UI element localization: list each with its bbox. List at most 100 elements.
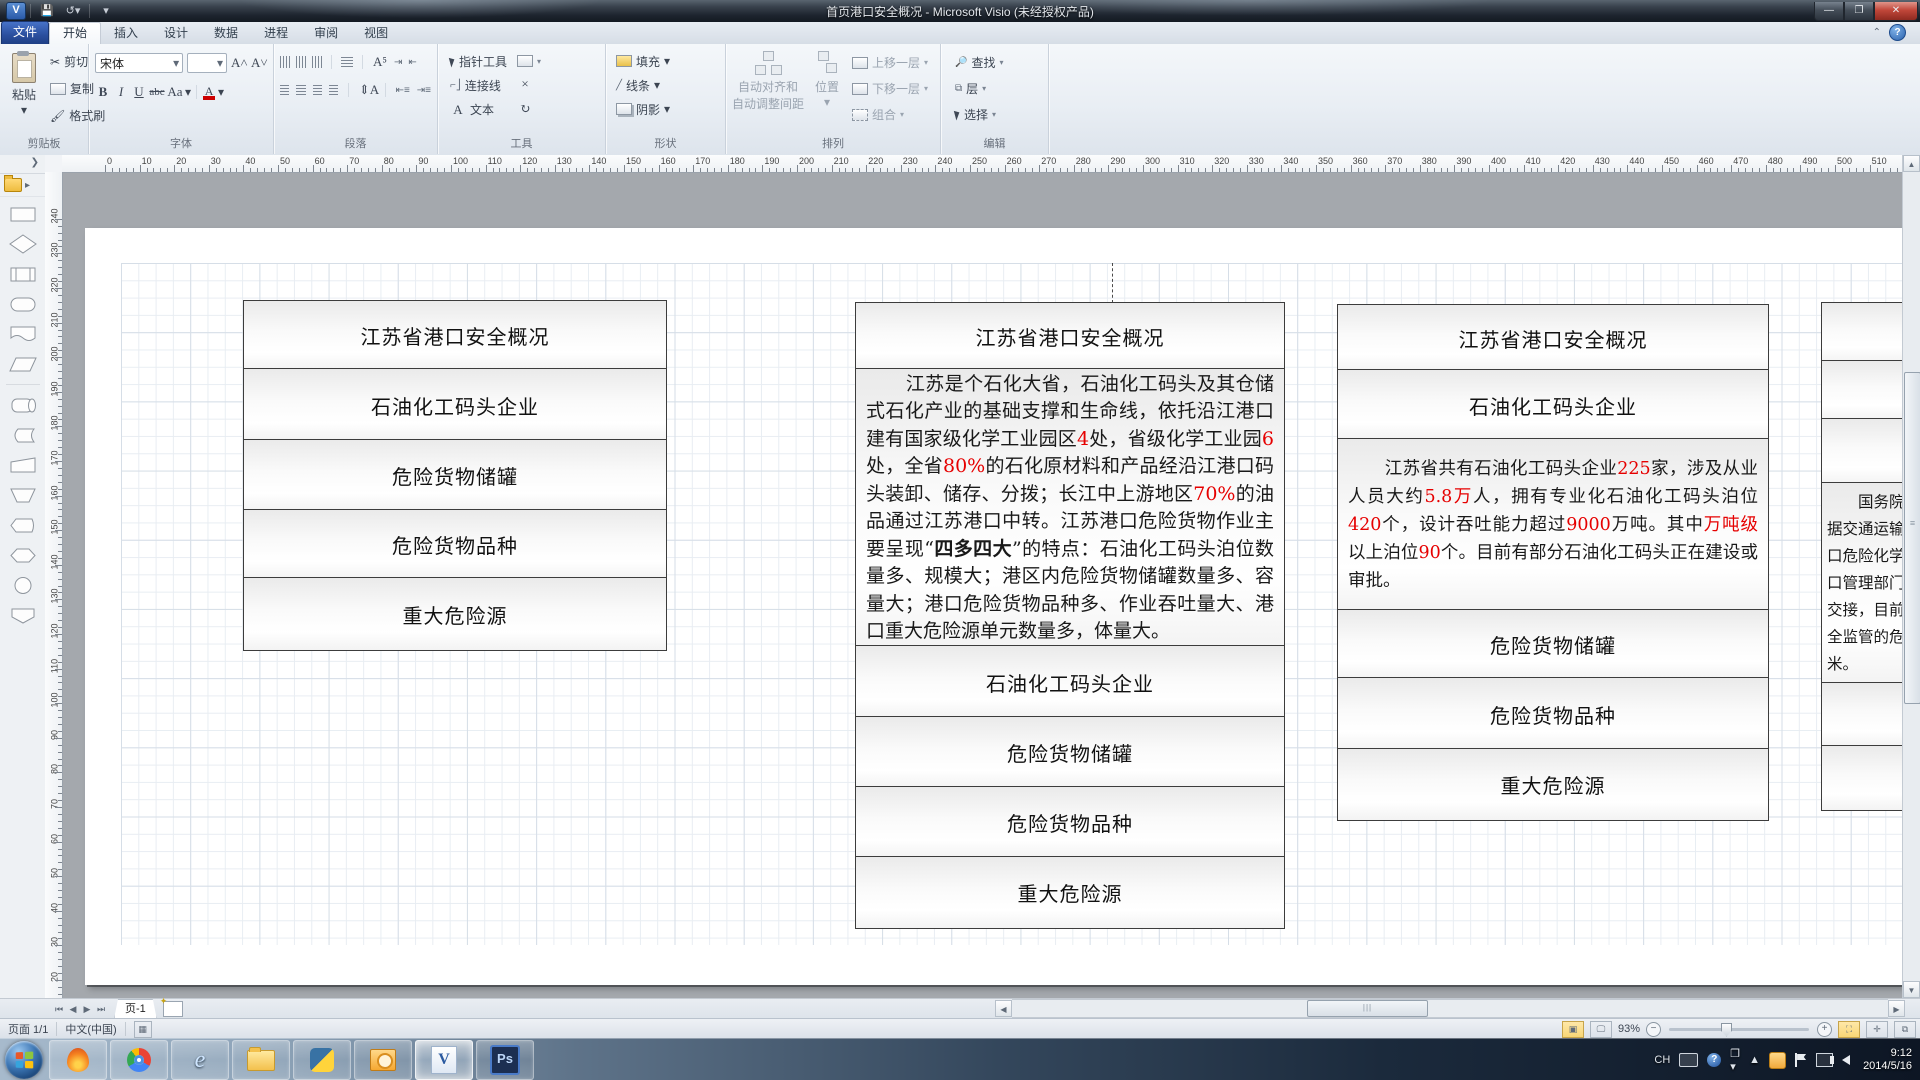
flow-box[interactable]: 石油化工码头企业 — [243, 368, 667, 442]
taskbar-outlook[interactable] — [354, 1040, 412, 1080]
tab-design[interactable]: 设计 — [151, 23, 201, 44]
group-label-shape[interactable]: 形状 — [606, 135, 725, 151]
text-tool-button[interactable]: A文本 — [446, 99, 511, 120]
flow-box[interactable]: 重大危险源 — [1337, 748, 1769, 821]
tab-process[interactable]: 进程 — [251, 23, 301, 44]
normal-view-button[interactable]: ▣ — [1562, 1021, 1584, 1038]
flow-box[interactable] — [1821, 360, 1903, 421]
restore-layout-icon[interactable]: ❐▾ — [1730, 1047, 1740, 1073]
flow-box[interactable]: 石油化工码头企业 — [1337, 369, 1769, 441]
flow-box[interactable]: 危险货物储罐 — [1337, 609, 1769, 680]
stencil-shape-predefined-process[interactable] — [9, 259, 37, 289]
taskbar-internet-explorer[interactable]: e — [171, 1040, 229, 1080]
text-direction-icon[interactable] — [280, 56, 290, 68]
close-button[interactable]: ✕ — [1874, 2, 1918, 21]
taskbar-visio-active[interactable]: V — [415, 1040, 473, 1080]
minimize-button[interactable]: — — [1814, 2, 1844, 21]
help-tray-icon[interactable]: ? — [1707, 1053, 1721, 1067]
layers-button[interactable]: ⧉层▾ — [951, 78, 1048, 99]
horizontal-ruler[interactable]: 0102030405060708090100110120130140150160… — [62, 155, 1903, 173]
shadow-button[interactable]: 阴影▾ — [612, 97, 725, 121]
flow-box[interactable] — [1821, 682, 1903, 748]
taskbar-explorer[interactable] — [232, 1040, 290, 1080]
stencil-shape-stored-data[interactable] — [9, 420, 37, 450]
flow-box[interactable] — [1821, 302, 1903, 363]
case-dropdown[interactable]: ▾ — [185, 85, 191, 99]
page-indicator[interactable]: 页面 1/1 — [8, 1021, 48, 1037]
bold-button[interactable]: B — [95, 84, 111, 100]
pan-zoom-button[interactable]: ✛ — [1866, 1021, 1888, 1038]
flow-box-paragraph[interactable]: 江苏省共有石油化工码头企业225家，涉及从业人员大约5.8万人，拥有专业化石油化… — [1337, 438, 1769, 612]
full-screen-button[interactable]: 🖵 — [1590, 1021, 1612, 1038]
stencil-shape-rectangle[interactable] — [9, 199, 37, 229]
zoom-slider[interactable] — [1669, 1028, 1809, 1031]
pointer-tool-button[interactable]: 指针工具 — [446, 51, 511, 72]
horizontal-scrollbar[interactable]: ◀ ▶ — [995, 1000, 1905, 1017]
position-button[interactable]: 位置 ▾ — [806, 49, 848, 134]
save-button[interactable]: 💾 — [37, 2, 57, 20]
group-label-font[interactable]: 字体 — [89, 135, 273, 151]
taskbar-python[interactable] — [293, 1040, 351, 1080]
drawing-canvas[interactable]: 江苏省港口安全概况 石油化工码头企业 危险货物储罐 危险货物品种 重大危险源 江… — [62, 172, 1903, 998]
stencil-shape-hexagon[interactable] — [9, 540, 37, 570]
justify-icon[interactable] — [329, 85, 338, 95]
more-shapes-button[interactable]: ▸ — [0, 174, 45, 197]
page-tab[interactable]: 页-1 — [114, 999, 157, 1019]
flow-box[interactable]: 危险货物储罐 — [243, 439, 667, 512]
help-icon[interactable]: ? — [1889, 24, 1906, 41]
find-button[interactable]: 🔎查找▾ — [951, 52, 1048, 73]
insert-page-button[interactable] — [163, 1001, 183, 1017]
flow-box[interactable] — [1821, 745, 1903, 811]
group-label-tools[interactable]: 工具 — [438, 135, 605, 151]
flow-box[interactable]: 危险货物品种 — [855, 786, 1285, 859]
font-color-dropdown[interactable]: ▾ — [218, 85, 224, 99]
bullets-icon[interactable] — [341, 57, 353, 67]
scroll-left-button[interactable]: ◀ — [995, 1000, 1012, 1017]
character-spacing-icon[interactable]: A⁵ — [372, 54, 388, 70]
last-page-button[interactable]: ⏭ — [94, 1004, 108, 1015]
flow-box[interactable]: 江苏省港口安全概况 — [243, 300, 667, 371]
stencil-shape-parallelogram[interactable] — [9, 349, 37, 379]
drawing-page[interactable]: 江苏省港口安全概况 石油化工码头企业 危险货物储罐 危险货物品种 重大危险源 江… — [85, 228, 1903, 985]
decrease-indent-icon[interactable]: ⇤≡ — [396, 85, 410, 96]
vertical-ruler[interactable]: 2402302202102001901801701601501401301201… — [45, 172, 63, 998]
flow-box-paragraph[interactable]: 国务院新《据交通运输部和口危险化学品安口管理部门与安交接，目前 江苏全监管的危险… — [1821, 482, 1903, 685]
underline-button[interactable]: U — [131, 84, 147, 100]
send-backward-button[interactable]: 下移一层▾ — [848, 78, 932, 99]
zoom-out-button[interactable]: − — [1646, 1022, 1661, 1037]
stencil-shape-circle[interactable] — [9, 570, 37, 600]
line-spacing-icon[interactable]: ⇕A — [359, 82, 375, 98]
notes-tray-icon[interactable] — [1769, 1052, 1786, 1069]
freeform-rotate-button[interactable]: ↻ — [513, 99, 545, 119]
keyboard-icon[interactable] — [1679, 1053, 1698, 1067]
taskbar-browser-flame[interactable] — [49, 1040, 107, 1080]
paste-dropdown-arrow[interactable]: ▾ — [4, 103, 44, 117]
taskbar-chrome[interactable] — [110, 1040, 168, 1080]
font-size-combo[interactable]: ▾ — [187, 53, 227, 73]
next-page-button[interactable]: ▶ — [80, 1004, 94, 1015]
tab-home[interactable]: 开始 — [49, 22, 101, 44]
paste-button[interactable]: 粘贴 ▾ — [4, 51, 44, 129]
flow-box-paragraph[interactable]: 江苏是个石化大省，石油化工码头及其仓储式石化产业的基础支撑和生命线，依托沿江港口… — [855, 368, 1285, 648]
align-center-icon[interactable] — [296, 85, 305, 95]
stencil-shape-cylinder[interactable] — [9, 390, 37, 420]
action-center-flag-icon[interactable] — [1795, 1053, 1807, 1067]
flow-box[interactable] — [1821, 418, 1903, 485]
text-direction-3-icon[interactable] — [312, 56, 322, 68]
font-name-combo[interactable]: 宋体▾ — [95, 53, 183, 73]
stencil-shape-terminator[interactable] — [9, 289, 37, 319]
volume-icon[interactable] — [1842, 1055, 1850, 1065]
language-ch-indicator[interactable]: CH — [1654, 1054, 1670, 1066]
customize-qat-button[interactable]: ▾ — [96, 2, 116, 20]
flow-box[interactable]: 江苏省港口安全概况 — [1337, 304, 1769, 372]
stencil-shape-diamond[interactable] — [9, 229, 37, 259]
tab-insert[interactable]: 插入 — [101, 23, 151, 44]
vertical-scroll-thumb[interactable] — [1904, 372, 1920, 704]
group-button[interactable]: 组合▾ — [848, 104, 932, 125]
minimize-ribbon-icon[interactable]: ⌃ — [1873, 27, 1881, 38]
scroll-up-button[interactable]: ▲ — [1903, 155, 1920, 172]
prev-page-button[interactable]: ◀ — [66, 1004, 80, 1015]
connection-point-button[interactable]: × — [513, 74, 545, 94]
change-case-button[interactable]: Aa — [167, 84, 183, 100]
zoom-in-button[interactable]: + — [1817, 1022, 1832, 1037]
